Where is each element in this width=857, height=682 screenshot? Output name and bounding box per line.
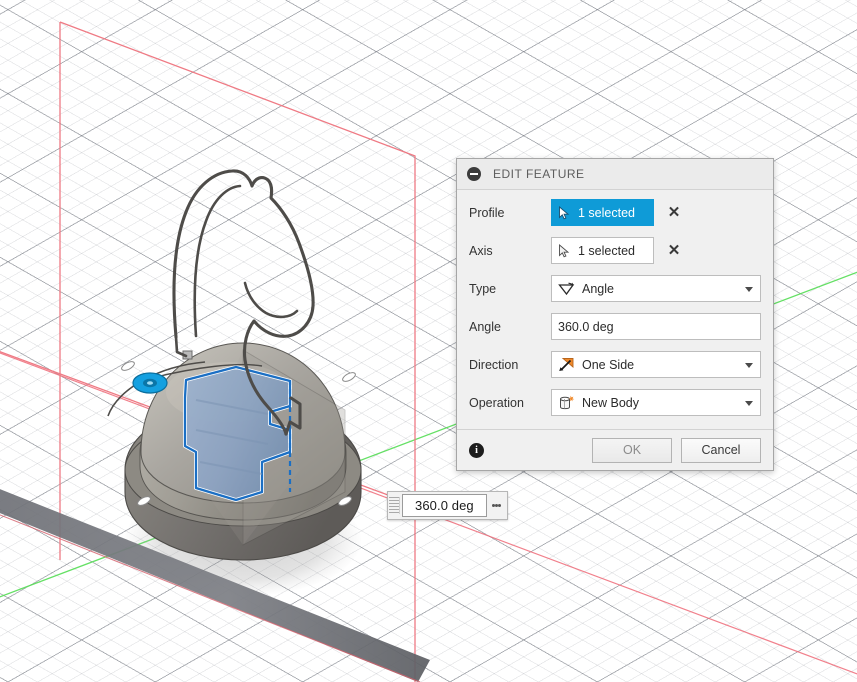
- type-value: Angle: [582, 281, 614, 296]
- profile-selection-value: 1 selected: [578, 205, 635, 220]
- operation-dropdown[interactable]: New Body: [551, 389, 761, 416]
- more-options-icon[interactable]: [487, 492, 507, 519]
- profile-selection-button[interactable]: 1 selected: [551, 199, 654, 226]
- operation-value: New Body: [582, 395, 639, 410]
- row-operation: Operation New Body: [469, 388, 761, 417]
- cad-application-window: iStock iStock 360.0 deg EDIT FEATURE Pro…: [0, 0, 857, 682]
- edit-feature-dialog[interactable]: EDIT FEATURE Profile 1 selected ✕ Axis 1…: [456, 158, 774, 471]
- row-angle: Angle 360.0 deg: [469, 312, 761, 341]
- angle-value-input[interactable]: 360.0 deg: [402, 494, 487, 517]
- axis-selection-value: 1 selected: [578, 243, 635, 258]
- chevron-down-icon[interactable]: [745, 400, 753, 406]
- drag-grip-icon[interactable]: [389, 497, 400, 514]
- dialog-title-bar[interactable]: EDIT FEATURE: [457, 159, 773, 190]
- dialog-title-label: EDIT FEATURE: [493, 167, 585, 181]
- label-profile: Profile: [469, 205, 505, 220]
- ok-button[interactable]: OK: [592, 437, 672, 463]
- minus-circle-icon[interactable]: [467, 167, 481, 181]
- axis-selection-button[interactable]: 1 selected: [551, 237, 654, 264]
- cancel-button[interactable]: Cancel: [681, 437, 761, 463]
- row-profile: Profile 1 selected ✕: [469, 198, 761, 227]
- chevron-down-icon[interactable]: [745, 286, 753, 292]
- row-direction: Direction One Side: [469, 350, 761, 379]
- row-type: Type Angle: [469, 274, 761, 303]
- direction-value: One Side: [582, 357, 635, 372]
- chevron-down-icon[interactable]: [745, 362, 753, 368]
- dimension-input-widget[interactable]: 360.0 deg: [387, 491, 508, 520]
- cursor-arrow-icon: [558, 205, 571, 220]
- one-side-arrow-icon: [558, 357, 575, 372]
- info-icon[interactable]: i: [469, 442, 484, 458]
- clear-axis-button[interactable]: ✕: [666, 243, 682, 258]
- label-type: Type: [469, 281, 497, 296]
- type-dropdown[interactable]: Angle: [551, 275, 761, 302]
- angle-input-value: 360.0 deg: [558, 319, 614, 334]
- dialog-footer: i OK Cancel: [457, 429, 773, 470]
- label-direction: Direction: [469, 357, 519, 372]
- new-body-icon: [558, 395, 575, 410]
- cursor-arrow-icon: [558, 243, 571, 258]
- angle-icon: [558, 282, 575, 296]
- label-angle: Angle: [469, 319, 501, 334]
- dialog-body: Profile 1 selected ✕ Axis 1 selected ✕ T…: [457, 190, 773, 429]
- direction-dropdown[interactable]: One Side: [551, 351, 761, 378]
- clear-profile-button[interactable]: ✕: [666, 205, 682, 220]
- angle-input[interactable]: 360.0 deg: [551, 313, 761, 340]
- label-operation: Operation: [469, 395, 524, 410]
- row-axis: Axis 1 selected ✕: [469, 236, 761, 265]
- label-axis: Axis: [469, 243, 493, 258]
